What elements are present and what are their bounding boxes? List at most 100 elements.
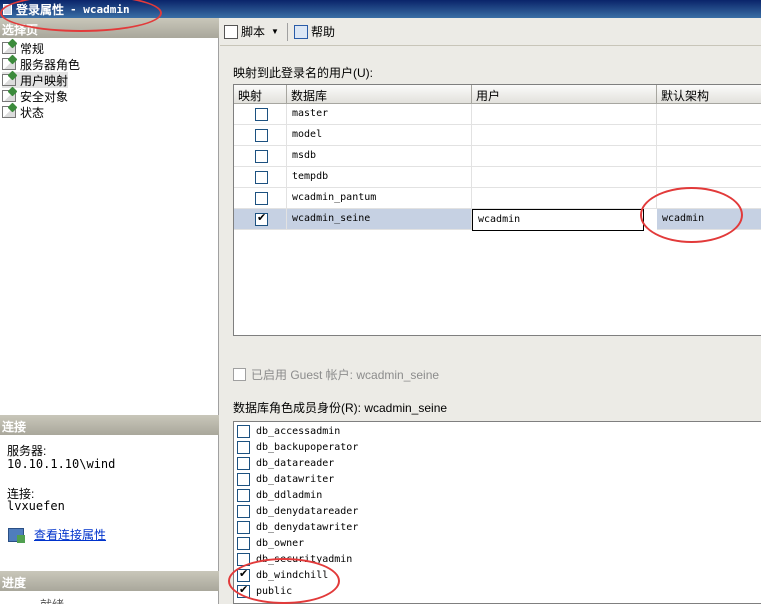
role-label: db_datawriter: [256, 473, 335, 485]
table-row[interactable]: msdb: [234, 146, 761, 167]
user-cell[interactable]: [472, 167, 657, 188]
role-membership-list: db_accessadmin db_backupoperator db_datare…: [233, 421, 761, 604]
role-checkbox[interactable]: [237, 424, 250, 438]
role-item[interactable]: db_ddladmin: [237, 487, 322, 503]
nav-item[interactable]: 状态: [2, 104, 44, 120]
map-cell: [234, 125, 287, 146]
database-cell[interactable]: wcadmin_pantum: [287, 188, 472, 209]
user-cell[interactable]: [472, 188, 657, 209]
help-icon: [293, 24, 308, 39]
progress-status: 就绪: [40, 596, 64, 604]
role-label: db_datareader: [256, 457, 335, 469]
map-checkbox[interactable]: [255, 192, 268, 205]
nav-item-label: 服务器角色: [20, 57, 81, 72]
nav-item[interactable]: 常规: [2, 40, 44, 56]
map-cell: [234, 146, 287, 167]
role-item[interactable]: db_owner: [237, 535, 304, 551]
window-title: 登录属性: [16, 2, 65, 17]
table-row[interactable]: tempdb: [234, 167, 761, 188]
role-checkbox[interactable]: [237, 440, 250, 454]
database-cell[interactable]: master: [287, 104, 472, 125]
database-cell[interactable]: msdb: [287, 146, 472, 167]
role-label: db_denydatareader: [256, 505, 359, 517]
title-bar: 登录属性 - wcadmin: [0, 0, 761, 18]
nav-item[interactable]: 服务器角色: [2, 56, 80, 72]
default-schema-cell[interactable]: [657, 104, 761, 125]
map-checkbox[interactable]: [255, 211, 268, 226]
role-item[interactable]: db_datawriter: [237, 471, 334, 487]
guest-account-toggle: 已启用 Guest 帐户: wcadmin_seine: [233, 366, 439, 383]
left-pane: 选择页 常规 服务器角色 用户映射 安全对象 状态 连接 服务器: 10.10.1.10…: [0, 18, 219, 604]
page-icon: [2, 90, 16, 102]
nav-item-label: 常规: [20, 41, 45, 56]
role-item[interactable]: db_securityadmin: [237, 551, 352, 567]
map-cell: [234, 209, 287, 230]
map-cell: [234, 167, 287, 188]
roles-section-label: 数据库角色成员身份(R): wcadmin_seine: [233, 401, 448, 415]
default-schema-cell[interactable]: [657, 125, 761, 146]
user-cell[interactable]: [472, 146, 657, 167]
help-label: 帮助: [310, 25, 335, 39]
role-checkbox[interactable]: [237, 472, 250, 486]
user-cell[interactable]: [472, 104, 657, 125]
table-row[interactable]: master: [234, 104, 761, 125]
column-header-default-schema[interactable]: 默认架构: [657, 85, 761, 104]
mapping-section-label: 映射到此登录名的用户(U):: [233, 66, 373, 80]
connection-header: 连接: [0, 415, 219, 435]
map-checkbox[interactable]: [255, 171, 268, 184]
map-cell: [234, 104, 287, 125]
view-connection-link[interactable]: 查看连接属性: [34, 526, 106, 543]
connection-properties-icon: [8, 527, 25, 543]
database-cell[interactable]: tempdb: [287, 167, 472, 188]
toolbar: 脚本 ▼ 帮助: [220, 18, 761, 46]
role-label: db_backupoperator: [256, 441, 359, 453]
map-checkbox[interactable]: [255, 150, 268, 163]
chevron-down-icon[interactable]: ▼: [271, 27, 279, 36]
user-edit-field[interactable]: wcadmin: [472, 209, 644, 231]
role-label: db_windchill: [256, 569, 329, 581]
role-item[interactable]: db_backupoperator: [237, 439, 358, 455]
help-button[interactable]: 帮助: [293, 23, 335, 40]
role-checkbox[interactable]: [237, 456, 250, 470]
role-item[interactable]: db_denydatawriter: [237, 519, 358, 535]
role-label: db_owner: [256, 537, 305, 549]
database-cell[interactable]: model: [287, 125, 472, 146]
window-title-suffix: - wcadmin: [70, 2, 130, 16]
role-checkbox[interactable]: [237, 567, 250, 582]
table-row[interactable]: wcadmin_pantum: [234, 188, 761, 209]
role-checkbox[interactable]: [237, 536, 250, 550]
script-label: 脚本: [241, 25, 266, 39]
page-icon: [2, 106, 16, 118]
table-row[interactable]: wcadmin_seinewcadminwcadmin: [234, 209, 761, 231]
role-checkbox[interactable]: [237, 583, 250, 598]
map-cell: [234, 188, 287, 209]
table-row[interactable]: model: [234, 125, 761, 146]
role-checkbox[interactable]: [237, 552, 250, 566]
role-checkbox[interactable]: [237, 488, 250, 502]
script-button[interactable]: 脚本 ▼: [224, 23, 279, 40]
guest-checkbox: [233, 368, 246, 381]
role-item[interactable]: db_datareader: [237, 455, 334, 471]
window-icon: [3, 3, 12, 15]
default-schema-cell[interactable]: [657, 146, 761, 167]
role-item[interactable]: db_windchill: [237, 567, 328, 583]
database-cell[interactable]: wcadmin_seine: [287, 209, 472, 230]
default-schema-cell[interactable]: [657, 167, 761, 188]
map-checkbox[interactable]: [255, 108, 268, 121]
role-label: public: [256, 585, 293, 597]
role-checkbox[interactable]: [237, 504, 250, 518]
default-schema-cell[interactable]: [657, 188, 761, 209]
column-header-map[interactable]: 映射: [234, 85, 287, 104]
role-item[interactable]: db_accessadmin: [237, 423, 340, 439]
role-item[interactable]: db_denydatareader: [237, 503, 358, 519]
page-icon: [2, 42, 16, 54]
role-item[interactable]: public: [237, 583, 292, 599]
page-icon: [2, 74, 16, 86]
column-header-user[interactable]: 用户: [472, 85, 657, 104]
user-cell[interactable]: [472, 125, 657, 146]
role-checkbox[interactable]: [237, 520, 250, 534]
default-schema-cell[interactable]: wcadmin: [657, 209, 761, 230]
column-header-database[interactable]: 数据库: [287, 85, 472, 104]
map-checkbox[interactable]: [255, 129, 268, 142]
view-connection-properties[interactable]: 查看连接属性: [8, 526, 106, 543]
